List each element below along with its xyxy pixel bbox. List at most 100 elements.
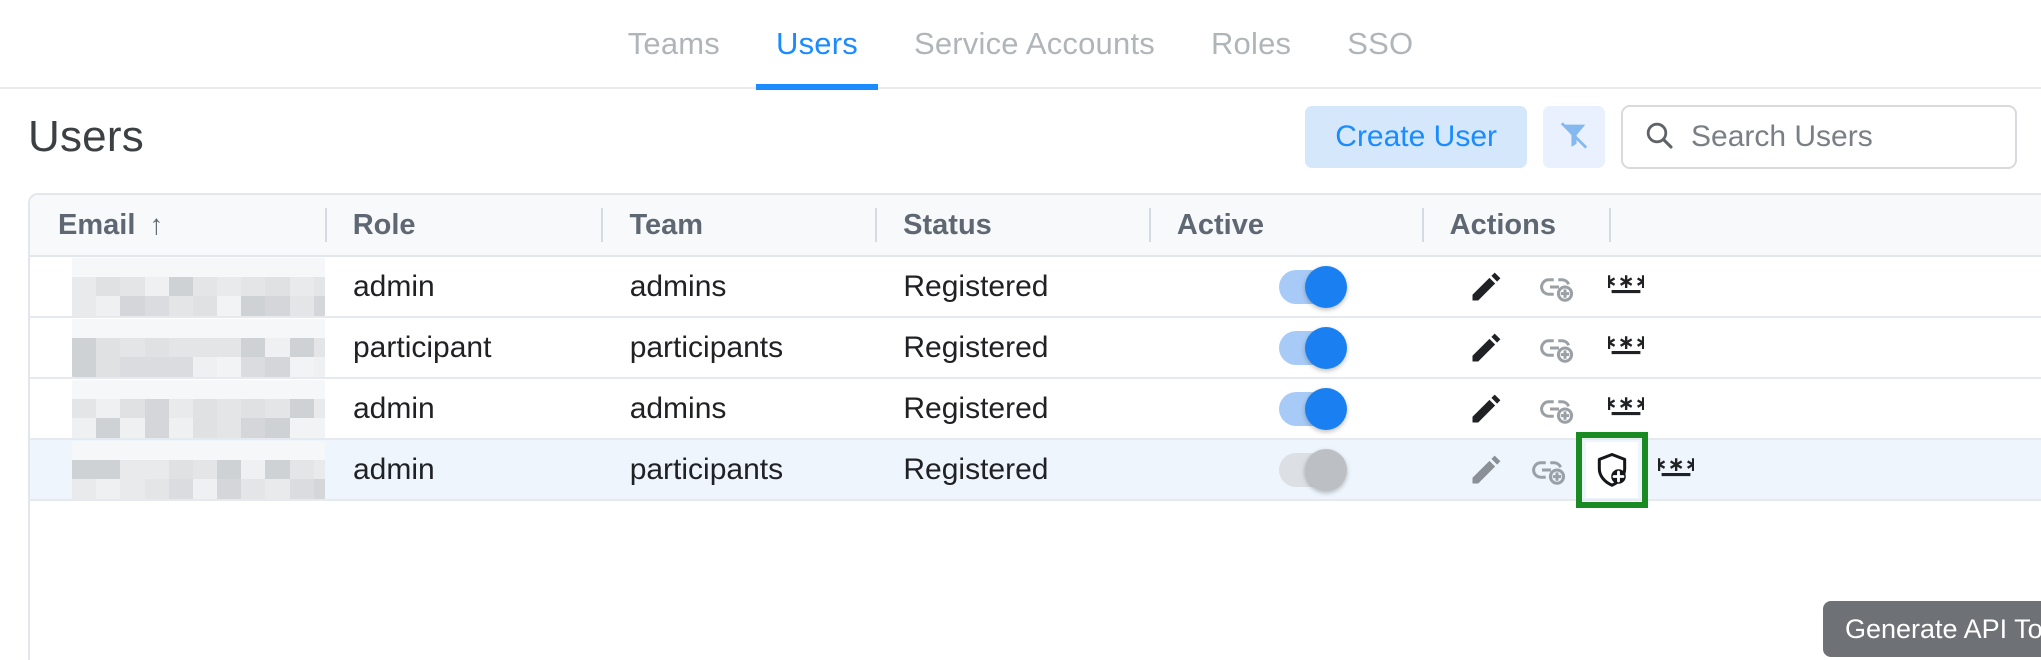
- row-actions: ∗∗∗: [1450, 324, 1650, 372]
- redaction-pixel: [241, 379, 267, 400]
- redaction-pixel: [313, 398, 325, 419]
- link-add-icon[interactable]: [1532, 263, 1580, 311]
- tab-sso[interactable]: SSO: [1319, 0, 1441, 88]
- row-actions: ∗∗∗: [1450, 431, 1700, 508]
- table-row[interactable]: participant participants Registered ∗: [30, 318, 2041, 379]
- password-asterisks-icon[interactable]: ∗∗∗: [1602, 385, 1650, 433]
- redaction-pixel: [96, 398, 121, 419]
- row-actions: ∗∗∗: [1450, 263, 1650, 311]
- table-row[interactable]: admin admins Registered ∗: [30, 257, 2041, 318]
- column-header-email[interactable]: Email ↑: [30, 195, 325, 256]
- cell-active: [1149, 439, 1422, 500]
- table-row[interactable]: admin participants Registered ∗: [30, 431, 2041, 508]
- clear-filter-button[interactable]: [1543, 106, 1605, 168]
- password-asterisks-icon[interactable]: ∗∗∗: [1602, 324, 1650, 372]
- column-divider[interactable]: [324, 208, 327, 242]
- edit-pencil-icon[interactable]: [1462, 263, 1510, 311]
- password-asterisks-icon[interactable]: ∗∗∗: [1652, 446, 1700, 494]
- redaction-pixel: [144, 318, 170, 339]
- column-header-role[interactable]: Role: [324, 195, 602, 256]
- funnel-clear-icon: [1557, 119, 1591, 156]
- redaction-pixel: [120, 479, 146, 499]
- tab-teams[interactable]: Teams: [600, 0, 748, 88]
- redaction-pixel: [241, 398, 267, 419]
- active-toggle[interactable]: [1279, 265, 1348, 308]
- redaction-pixel: [120, 257, 146, 278]
- redaction-pixel: [313, 440, 325, 461]
- redaction-pixel: [120, 296, 146, 316]
- redaction-pixel: [168, 276, 194, 297]
- redaction-pixel: [144, 459, 170, 480]
- column-header-actions[interactable]: Actions: [1421, 195, 2041, 256]
- tab-roles[interactable]: Roles: [1183, 0, 1319, 88]
- password-asterisks-icon[interactable]: ∗∗∗: [1602, 263, 1650, 311]
- page-header: Users Create User: [0, 89, 2041, 185]
- redaction-pixel: [241, 318, 267, 339]
- redaction-pixel: [241, 296, 267, 316]
- redaction-pixel: [72, 418, 97, 438]
- redaction-pixel: [241, 459, 267, 480]
- tooltip-generate-api-token: Generate API Token: [1823, 601, 2041, 657]
- redaction-pixel: [217, 479, 242, 499]
- column-divider[interactable]: [1421, 208, 1424, 242]
- link-add-icon[interactable]: [1532, 324, 1580, 372]
- redaction-pixel: [265, 357, 291, 377]
- column-divider[interactable]: [875, 208, 878, 242]
- redaction-pixel: [72, 257, 97, 278]
- cell-status: Registered: [903, 391, 1049, 425]
- redaction-pixel: [120, 318, 146, 339]
- column-divider[interactable]: [1609, 208, 1611, 242]
- active-toggle[interactable]: [1279, 448, 1348, 491]
- create-user-button[interactable]: Create User: [1305, 106, 1527, 168]
- redaction-pixel: [144, 379, 170, 400]
- tab-label: Service Accounts: [913, 25, 1155, 61]
- redaction-pixel: [168, 479, 194, 499]
- redaction-pixel: [265, 337, 291, 358]
- redaction-pixel: [144, 357, 170, 377]
- cell-role: admin: [353, 452, 435, 486]
- link-add-icon[interactable]: [1524, 446, 1572, 494]
- redaction-pixel: [120, 276, 146, 297]
- redaction-pixel: [313, 479, 325, 499]
- redaction-pixel: [289, 276, 315, 297]
- column-divider[interactable]: [1148, 208, 1151, 242]
- cell-team: admins: [629, 391, 727, 425]
- column-header-status[interactable]: Status: [875, 195, 1149, 256]
- search-icon: [1643, 119, 1675, 156]
- edit-pencil-icon[interactable]: [1462, 385, 1510, 433]
- shield-plus-icon[interactable]: [1575, 431, 1648, 508]
- table-row[interactable]: admin admins Registered ∗: [30, 379, 2041, 440]
- cell-role: admin: [353, 269, 435, 303]
- tab-service-accounts[interactable]: Service Accounts: [886, 0, 1183, 88]
- redaction-pixel: [192, 459, 218, 480]
- redaction-pixel: [241, 276, 267, 297]
- redaction-pixel: [168, 357, 194, 377]
- redaction-pixel: [144, 418, 170, 438]
- redaction-pixel: [168, 379, 194, 400]
- redaction-pixel: [144, 337, 170, 358]
- tab-users[interactable]: Users: [748, 0, 886, 90]
- active-toggle[interactable]: [1279, 387, 1348, 430]
- redaction-pixel: [241, 418, 267, 438]
- redaction-pixel: [168, 296, 194, 316]
- link-add-icon[interactable]: [1532, 385, 1580, 433]
- redaction-pixel: [168, 398, 194, 419]
- redaction-pixel: [120, 418, 146, 438]
- redaction-pixel: [289, 398, 315, 419]
- row-actions: ∗∗∗: [1450, 385, 1650, 433]
- column-header-team[interactable]: Team: [601, 195, 875, 256]
- cell-active: [1149, 256, 1422, 317]
- edit-pencil-icon[interactable]: [1462, 324, 1510, 372]
- cell-team: participants: [629, 330, 784, 364]
- column-divider[interactable]: [601, 208, 604, 242]
- redaction-pixel: [289, 337, 315, 358]
- column-header-active[interactable]: Active: [1148, 195, 1422, 256]
- search-box[interactable]: [1621, 105, 2017, 169]
- tab-label: Users: [776, 25, 858, 61]
- active-toggle[interactable]: [1279, 326, 1348, 369]
- redaction-pixel: [96, 257, 121, 278]
- search-input[interactable]: [1691, 120, 1995, 154]
- edit-pencil-icon[interactable]: [1462, 446, 1510, 494]
- page-title: Users: [28, 112, 144, 161]
- cell-status: Registered: [903, 330, 1049, 364]
